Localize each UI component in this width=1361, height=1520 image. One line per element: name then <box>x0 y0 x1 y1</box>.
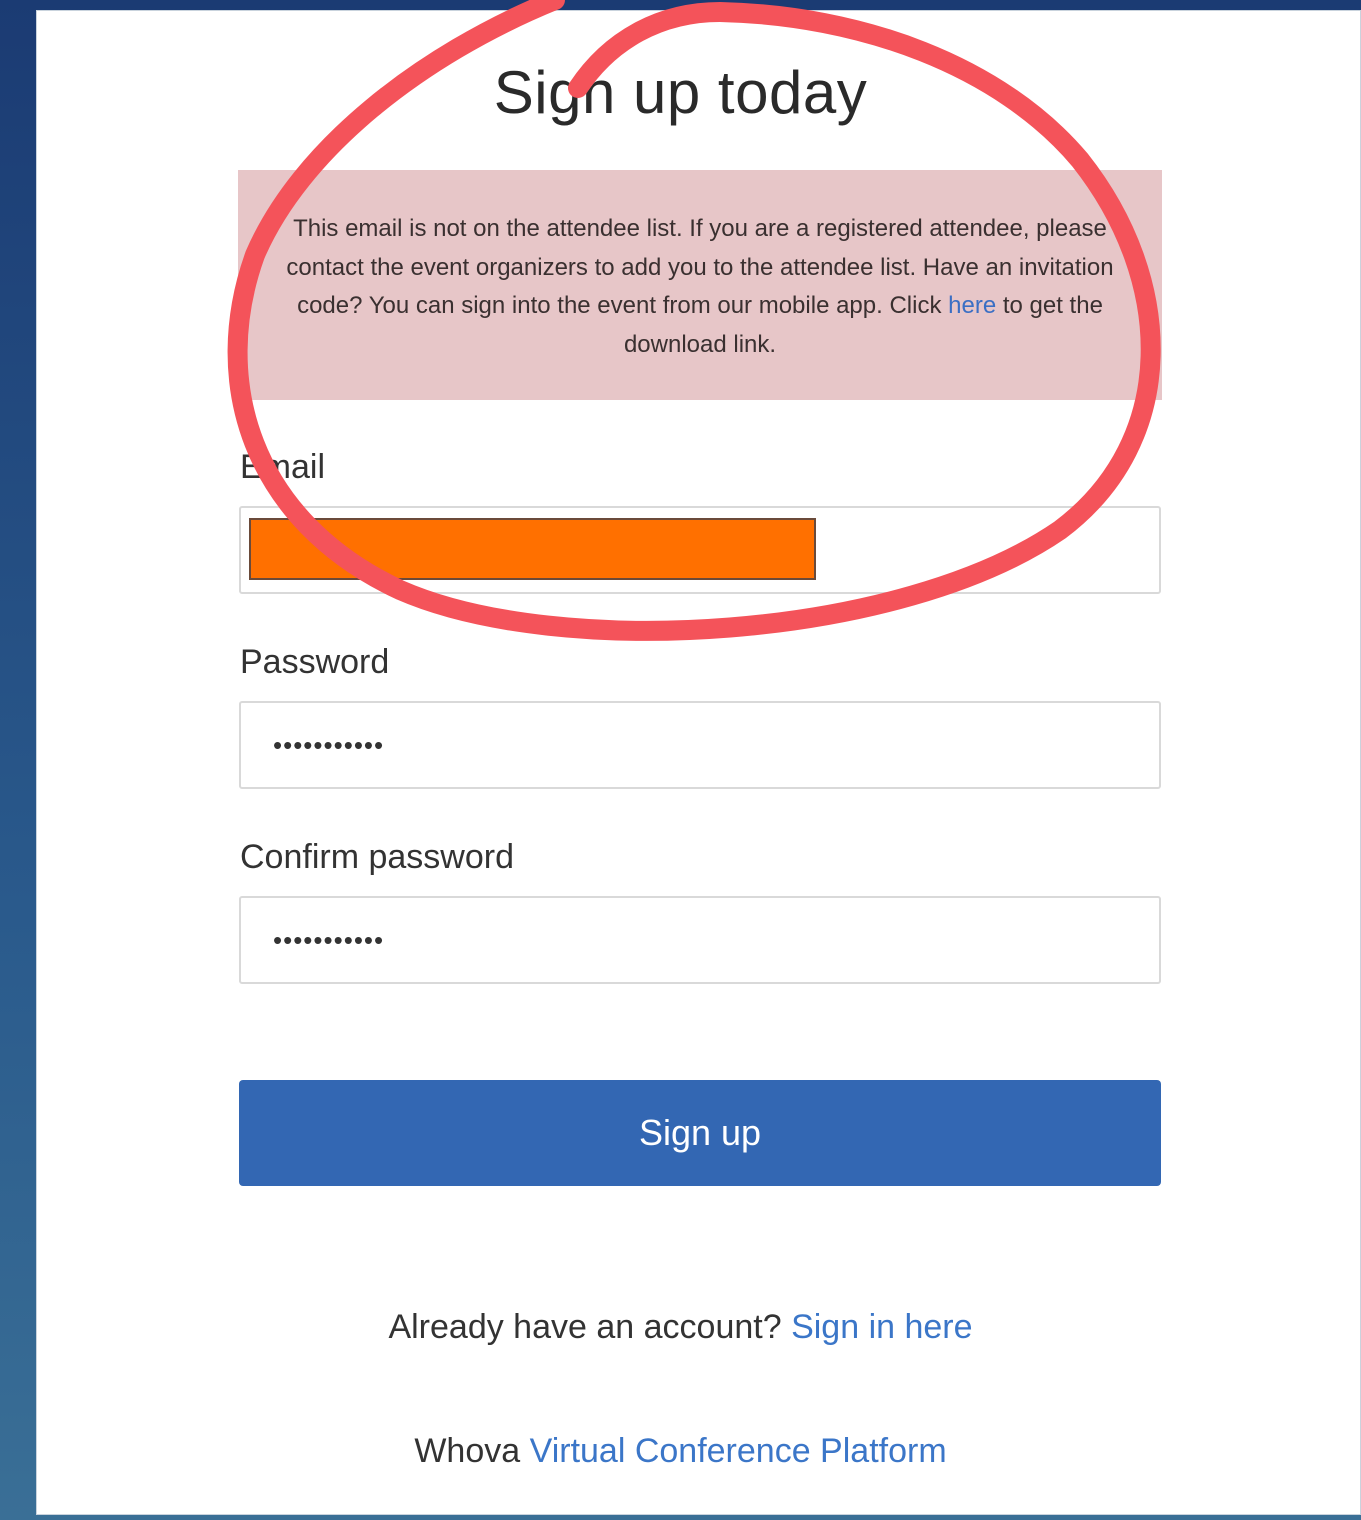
account-prompt-text: Already have an account? <box>388 1308 782 1346</box>
signin-prompt: Already have an account? Sign in here <box>0 1308 1361 1347</box>
error-alert: This email is not on the attendee list. … <box>238 170 1162 400</box>
platform-credit: Whova Virtual Conference Platform <box>0 1432 1361 1471</box>
download-link[interactable]: here <box>948 292 996 319</box>
confirm-password-field[interactable] <box>239 896 1161 984</box>
email-label: Email <box>240 448 326 486</box>
sign-up-button[interactable]: Sign up <box>239 1080 1161 1186</box>
platform-link[interactable]: Virtual Conference Platform <box>530 1432 947 1470</box>
password-label: Password <box>240 643 390 681</box>
password-field[interactable] <box>239 701 1161 789</box>
redacted-email-value <box>249 518 816 580</box>
page-title: Sign up today <box>493 59 868 126</box>
confirm-password-label: Confirm password <box>240 838 514 876</box>
sign-in-link[interactable]: Sign in here <box>791 1308 972 1346</box>
brand-name: Whova <box>414 1432 521 1470</box>
